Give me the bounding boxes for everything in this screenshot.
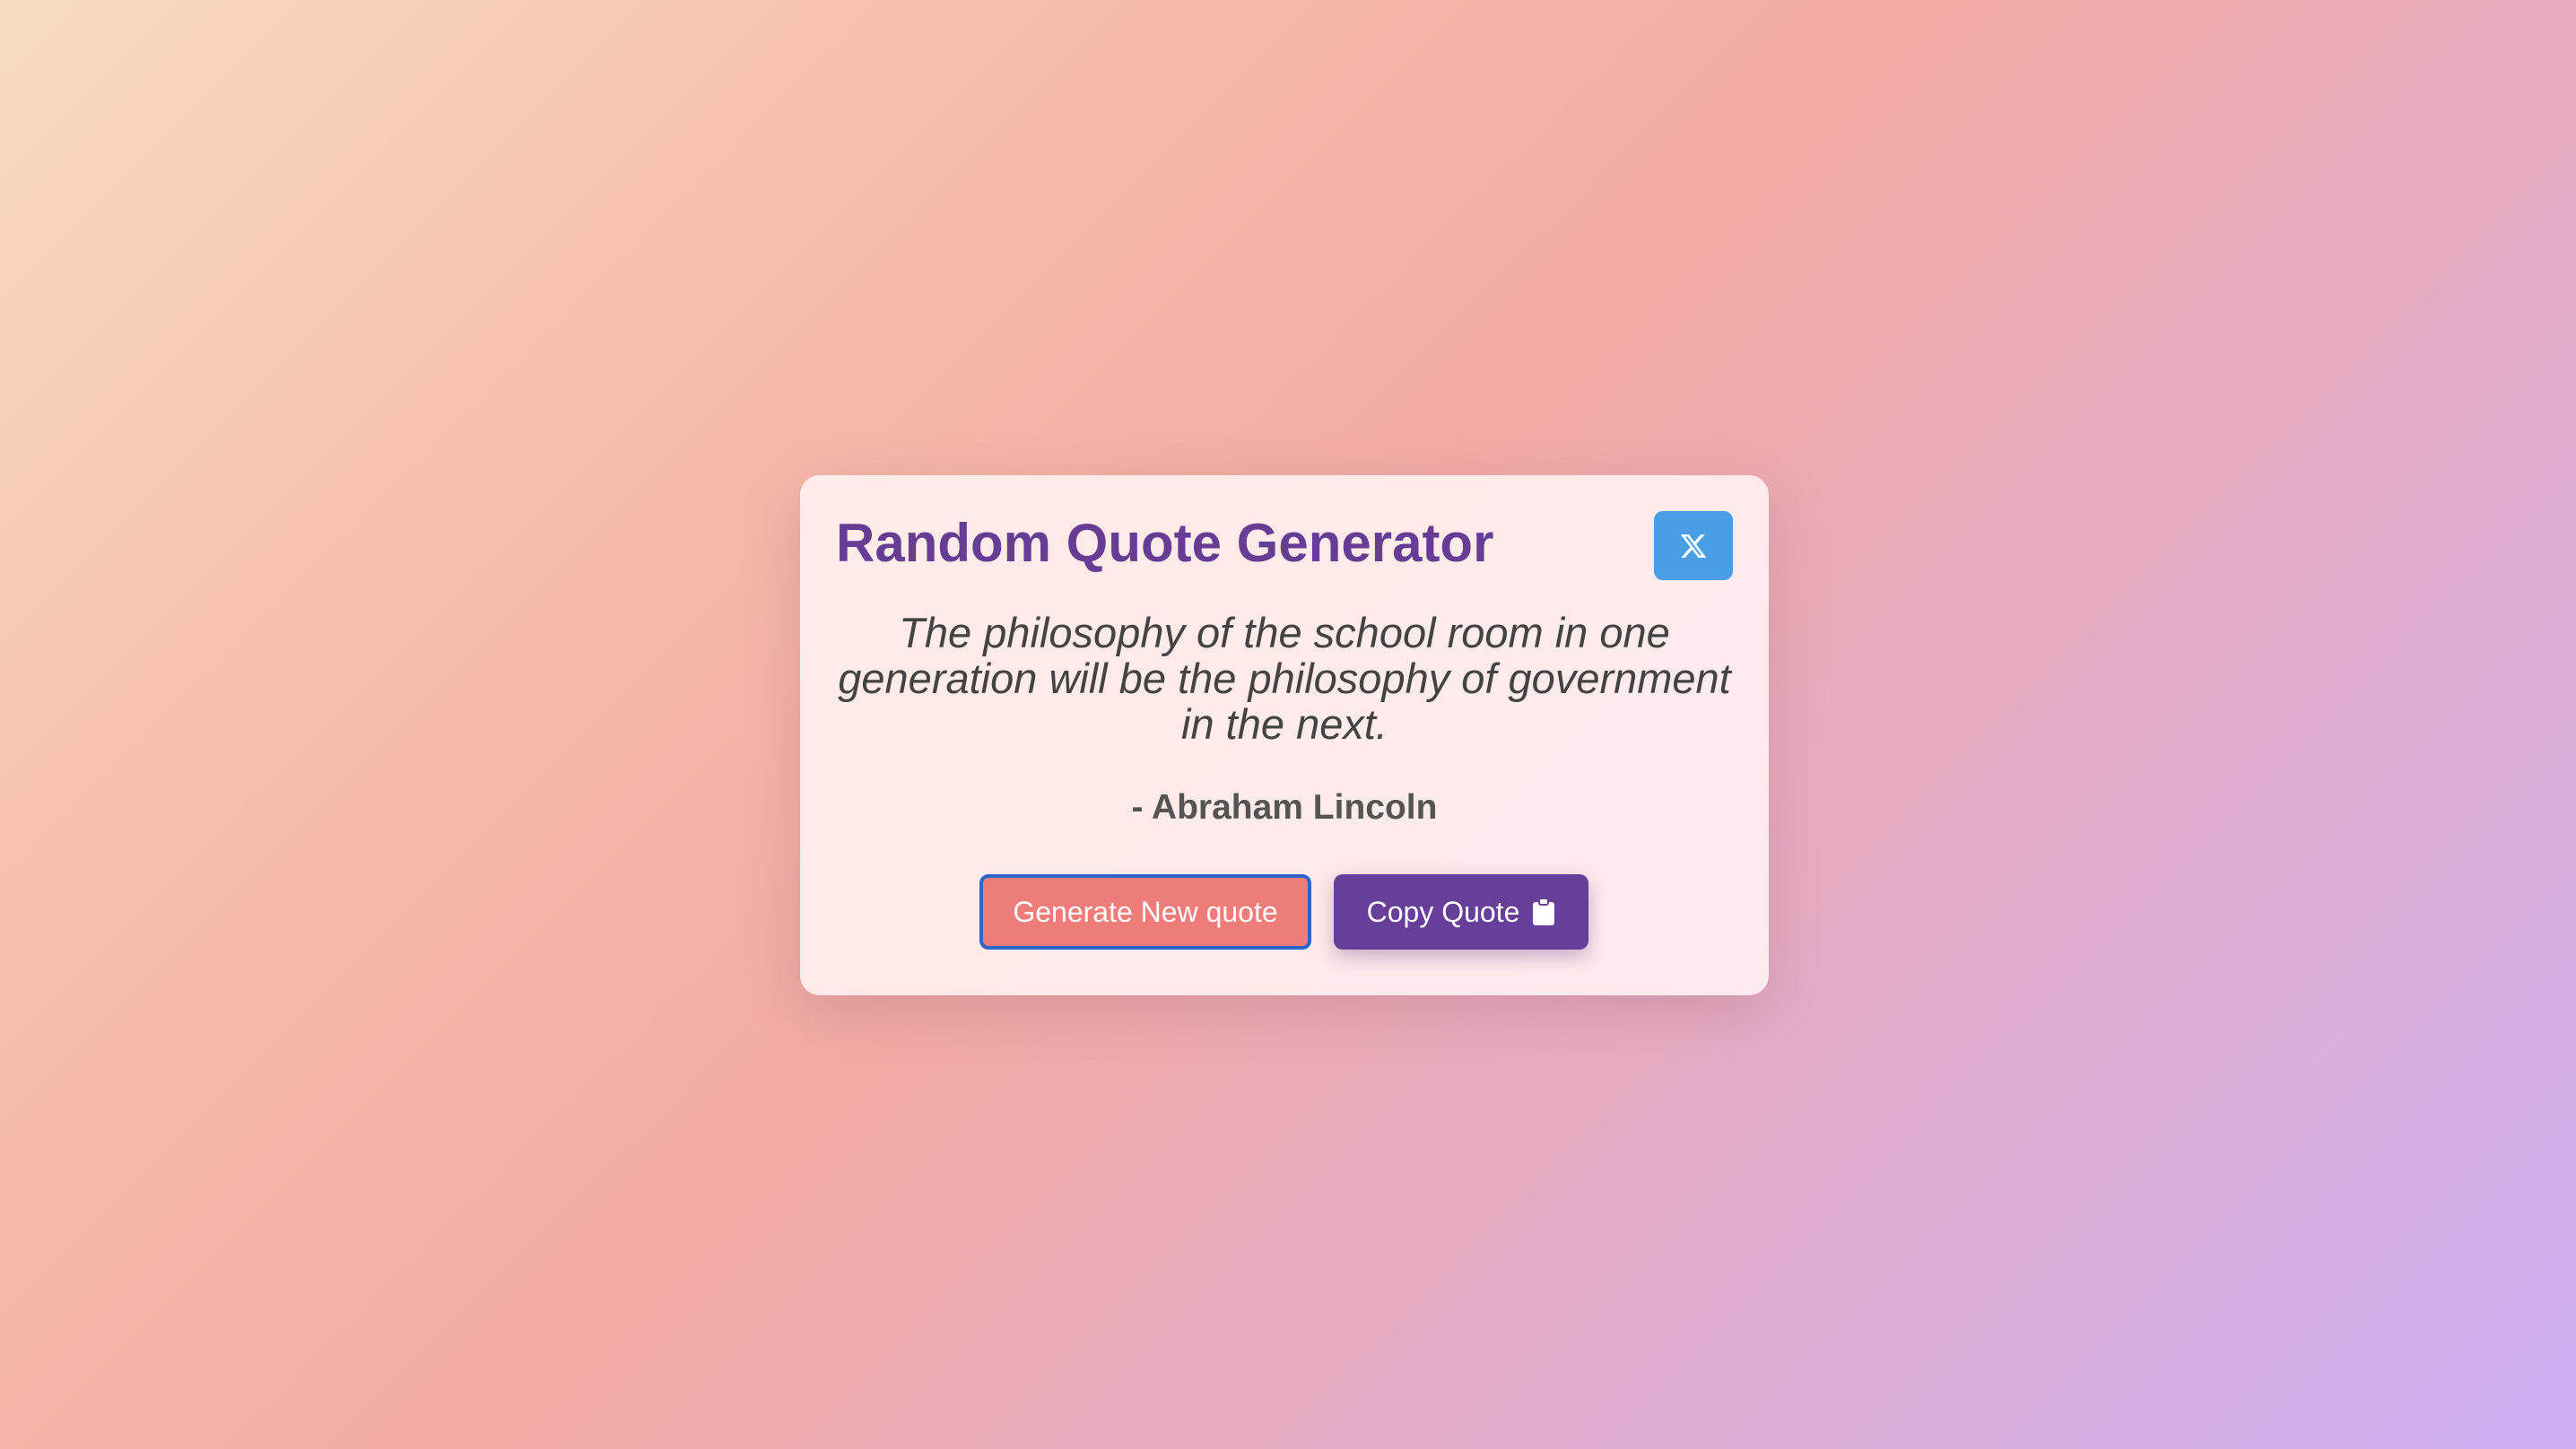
generate-quote-button[interactable]: Generate New quote <box>979 874 1311 950</box>
quote-card: Random Quote Generator The philosophy of… <box>800 475 1769 995</box>
quote-text: The philosophy of the school room in one… <box>838 609 1731 748</box>
copy-button-label: Copy Quote <box>1366 895 1520 928</box>
app-title: Random Quote Generator <box>836 513 1494 573</box>
clipboard-icon <box>1532 898 1555 926</box>
x-logo-icon <box>1679 532 1708 560</box>
tweet-button[interactable] <box>1654 511 1733 580</box>
generate-button-label: Generate New quote <box>1013 895 1278 928</box>
quote-author: - Abraham Lincoln <box>1131 788 1438 827</box>
copy-quote-button[interactable]: Copy Quote <box>1334 874 1588 950</box>
